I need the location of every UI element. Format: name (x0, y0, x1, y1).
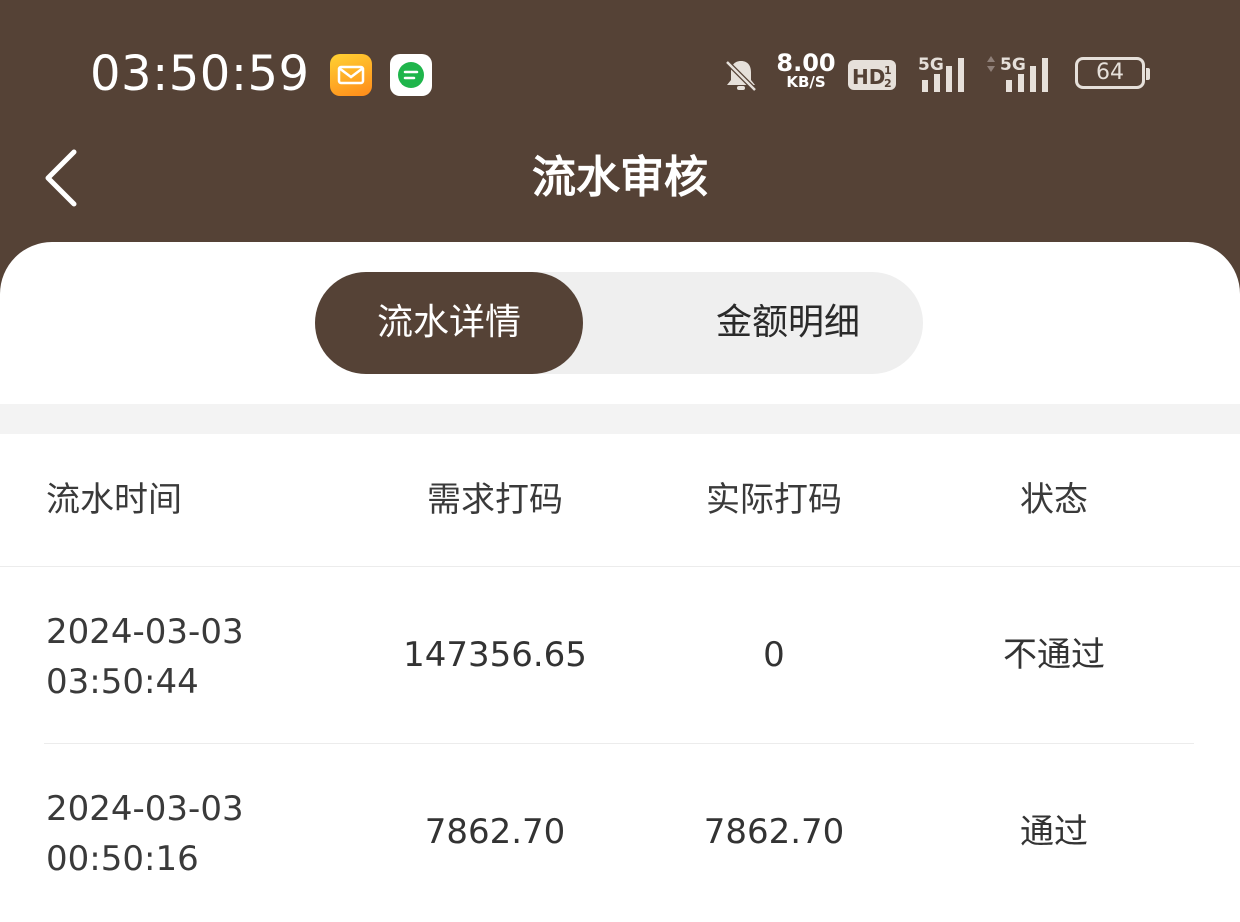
5g-signal-icon: 5G (984, 54, 1060, 98)
required-wager-cell: 147356.65 (403, 635, 587, 675)
table-row: 2024-03-03 03:50:44 147356.65 0 不通过 (0, 567, 1240, 744)
actual-wager-cell: 0 (763, 635, 785, 675)
table-row: 2024-03-03 00:50:16 7862.70 7862.70 通过 (0, 744, 1240, 921)
required-wager-cell: 7862.70 (424, 812, 566, 852)
flow-time-cell: 2024-03-03 00:50:16 (46, 784, 244, 884)
status-bar: 03:50:59 8.00 KB/S HD 1 2 5G 5G 64 (0, 0, 1240, 150)
svg-text:1: 1 (884, 64, 892, 77)
table-header-row: 流水时间 需求打码 实际打码 状态 (0, 434, 1240, 567)
column-header-actual-wager: 实际打码 (706, 480, 842, 520)
content-card: 流水详情 金额明细 流水时间 需求打码 实际打码 状态 2024-03-03 0… (0, 242, 1240, 922)
battery-indicator: 64 (1075, 57, 1150, 89)
flow-date: 2024-03-03 (46, 789, 244, 829)
mute-bell-icon (720, 54, 762, 100)
hd-icon: HD 1 2 (848, 58, 898, 96)
mail-app-icon (330, 54, 372, 96)
status-cell: 通过 (1020, 812, 1088, 852)
svg-text:HD: HD (852, 65, 885, 89)
actual-wager-cell: 7862.70 (703, 812, 845, 852)
network-speed-value: 8.00 (776, 49, 836, 77)
flow-clock-time: 00:50:16 (46, 839, 199, 879)
status-cell: 不通过 (1003, 635, 1105, 675)
svg-text:5G: 5G (918, 55, 944, 75)
svg-text:5G: 5G (1000, 55, 1026, 75)
svg-text:2: 2 (884, 77, 892, 90)
column-header-required-wager: 需求打码 (427, 480, 563, 520)
network-speed: 8.00 KB/S (775, 49, 837, 90)
column-header-flow-time: 流水时间 (46, 480, 182, 520)
tab-flow-details[interactable]: 流水详情 (315, 272, 583, 374)
page-title: 流水审核 (532, 152, 708, 203)
flow-date: 2024-03-03 (46, 612, 244, 652)
tab-amount-details[interactable]: 金额明细 (643, 272, 933, 374)
segmented-tabs: 流水详情 金额明细 (315, 272, 923, 374)
flow-clock-time: 03:50:44 (46, 662, 199, 702)
flow-table: 流水时间 需求打码 实际打码 状态 2024-03-03 03:50:44 14… (0, 434, 1240, 921)
section-divider (0, 404, 1240, 434)
message-app-icon (390, 54, 432, 96)
5g-signal-icon: 5G (918, 54, 976, 98)
status-time: 03:50:59 (90, 46, 310, 102)
flow-time-cell: 2024-03-03 03:50:44 (46, 607, 244, 707)
column-header-status: 状态 (1020, 480, 1088, 520)
